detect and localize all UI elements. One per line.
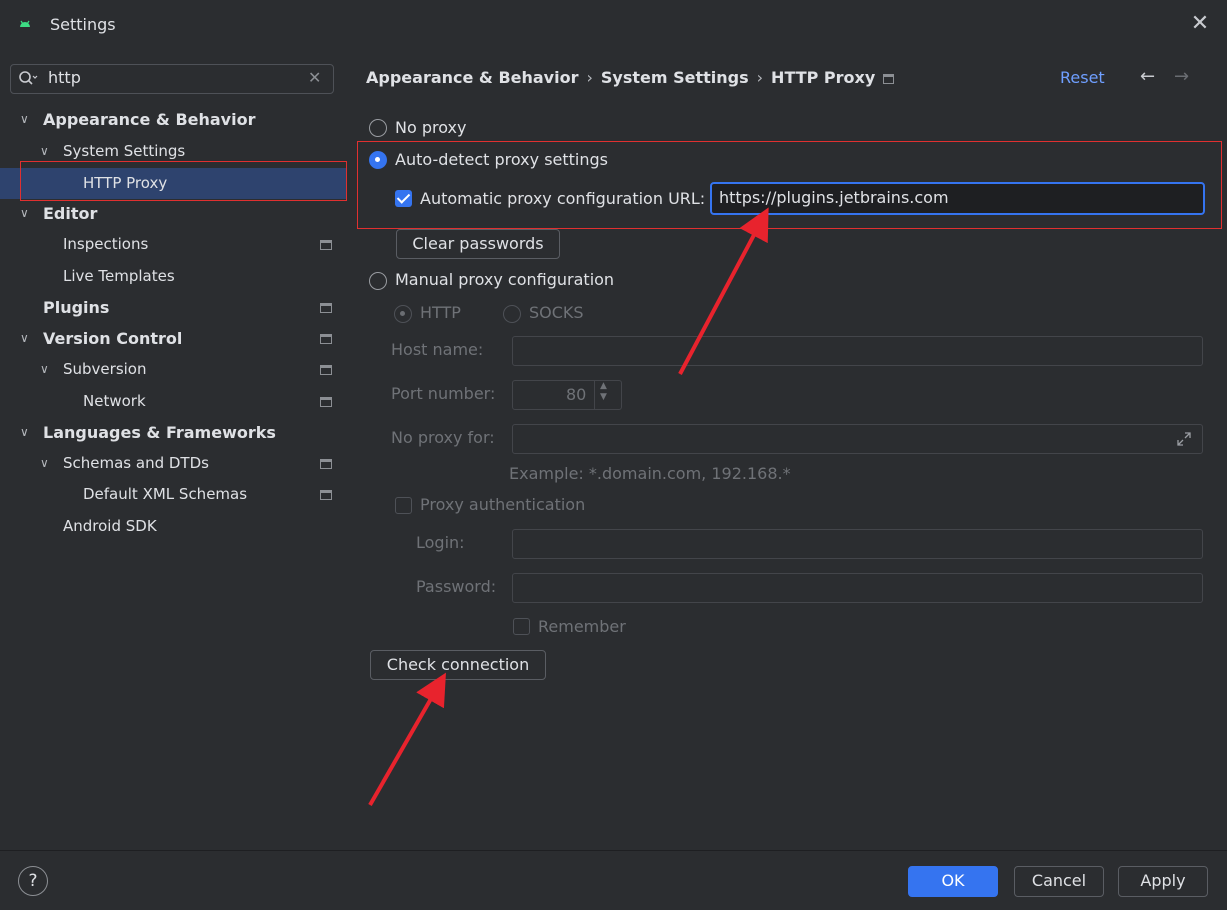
help-button[interactable]: ? — [18, 866, 48, 896]
auto-detect-radio[interactable] — [369, 151, 387, 169]
chevron-down-icon[interactable]: ∨ — [20, 198, 29, 229]
proxy-auth-checkbox[interactable] — [395, 497, 412, 514]
password-label: Password: — [416, 577, 497, 596]
socks-radio[interactable] — [503, 305, 521, 323]
android-studio-icon — [20, 20, 30, 27]
breadcrumb: Appearance & Behavior › System Settings › HT… — [366, 68, 875, 87]
project-scope-icon — [320, 240, 332, 250]
http-label: HTTP — [420, 303, 461, 322]
example-hint: Example: *.domain.com, 192.168.* — [509, 464, 791, 483]
clear-passwords-button[interactable]: Clear passwords — [396, 229, 560, 259]
sidebar-item-languages-frameworks[interactable]: ∨ Languages & Frameworks — [0, 417, 347, 448]
sidebar-item-inspections[interactable]: Inspections — [0, 229, 347, 260]
sidebar-item-label: Network — [83, 392, 146, 410]
proxy-auth-label: Proxy authentication — [420, 495, 586, 514]
auto-detect-label: Auto-detect proxy settings — [395, 150, 608, 169]
sidebar-item-appearance-behavior[interactable]: ∨ Appearance & Behavior — [0, 104, 347, 135]
reset-link[interactable]: Reset — [1060, 68, 1105, 87]
project-scope-icon — [883, 74, 894, 84]
chevron-right-icon: › — [756, 68, 764, 87]
password-input[interactable] — [512, 573, 1203, 603]
sidebar-item-label: Default XML Schemas — [83, 485, 248, 503]
remember-label: Remember — [538, 617, 626, 636]
chevron-down-icon[interactable]: ∨ — [20, 104, 29, 135]
chevron-down-icon[interactable]: ∨ — [40, 136, 49, 167]
project-scope-icon — [320, 334, 332, 344]
sidebar-item-label: Version Control — [43, 329, 183, 348]
host-name-label: Host name: — [391, 340, 484, 359]
sidebar-item-live-templates[interactable]: Live Templates — [0, 261, 347, 292]
cancel-button[interactable]: Cancel — [1014, 866, 1104, 897]
login-input[interactable] — [512, 529, 1203, 559]
manual-proxy-radio[interactable] — [369, 272, 387, 290]
breadcrumb-item[interactable]: Appearance & Behavior — [366, 68, 578, 87]
sidebar-item-plugins[interactable]: Plugins — [0, 292, 347, 323]
sidebar-item-editor[interactable]: ∨ Editor — [0, 198, 347, 229]
port-number-label: Port number: — [391, 384, 496, 403]
no-proxy-for-label: No proxy for: — [391, 428, 495, 447]
no-proxy-label: No proxy — [395, 118, 467, 137]
sidebar-item-android-sdk[interactable]: Android SDK — [0, 511, 347, 542]
sidebar-item-label: Editor — [43, 204, 98, 223]
close-icon[interactable]: ✕ — [1188, 13, 1212, 37]
socks-label: SOCKS — [529, 303, 584, 322]
stepper-divider — [594, 381, 595, 409]
auto-url-checkbox[interactable] — [395, 190, 412, 207]
sidebar-item-label: HTTP Proxy — [83, 174, 168, 192]
no-proxy-for-input[interactable] — [512, 424, 1203, 454]
sidebar-item-label: Subversion — [63, 360, 147, 378]
sidebar-item-system-settings[interactable]: ∨ System Settings — [0, 136, 347, 167]
sidebar-item-label: Live Templates — [63, 267, 175, 285]
sidebar-item-network[interactable]: Network — [0, 386, 347, 417]
arrow-right-icon: → — [1174, 66, 1190, 87]
stepper-arrows-icon[interactable]: ▲ ▼ — [600, 381, 607, 403]
port-number-value: 80 — [566, 385, 587, 404]
annotation-arrow-check — [368, 672, 446, 806]
project-scope-icon — [320, 459, 332, 469]
expand-icon[interactable] — [1176, 431, 1192, 447]
search-value: http — [48, 68, 81, 87]
chevron-down-icon[interactable]: ∨ — [20, 417, 29, 448]
no-proxy-radio[interactable] — [369, 119, 387, 137]
host-name-input[interactable] — [512, 336, 1203, 366]
title-bar — [0, 0, 1227, 50]
project-scope-icon — [320, 303, 332, 313]
search-icon[interactable] — [18, 70, 38, 88]
sidebar-item-version-control[interactable]: ∨ Version Control — [0, 323, 347, 354]
sidebar-item-label: Languages & Frameworks — [43, 423, 276, 442]
sidebar-item-subversion[interactable]: ∨ Subversion — [0, 354, 347, 385]
window-title: Settings — [50, 15, 116, 34]
clear-search-icon[interactable]: ✕ — [308, 68, 321, 87]
auto-proxy-url-value: https://plugins.jetbrains.com — [719, 188, 949, 207]
manual-proxy-label: Manual proxy configuration — [395, 270, 615, 289]
chevron-right-icon: › — [586, 68, 593, 87]
chevron-down-icon[interactable]: ∨ — [40, 448, 49, 479]
arrow-left-icon[interactable]: ← — [1140, 66, 1155, 87]
sidebar-item-schemas-dtds[interactable]: ∨ Schemas and DTDs — [0, 448, 347, 479]
sidebar-item-label: Android SDK — [63, 517, 157, 535]
auto-url-label: Automatic proxy configuration URL: — [420, 189, 706, 208]
chevron-down-icon[interactable]: ∨ — [40, 354, 49, 385]
project-scope-icon — [320, 490, 332, 500]
breadcrumb-item[interactable]: System Settings — [601, 68, 749, 87]
sidebar-item-default-xml-schemas[interactable]: Default XML Schemas — [0, 479, 347, 510]
check-connection-button[interactable]: Check connection — [370, 650, 546, 680]
apply-button[interactable]: Apply — [1118, 866, 1208, 897]
sidebar-item-label: Plugins — [43, 298, 110, 317]
breadcrumb-item: HTTP Proxy — [771, 68, 876, 87]
sidebar-item-label: Schemas and DTDs — [63, 454, 209, 472]
sidebar-item-label: Appearance & Behavior — [43, 110, 256, 129]
login-label: Login: — [416, 533, 465, 552]
ok-button[interactable]: OK — [908, 866, 998, 897]
sidebar-item-http-proxy[interactable]: HTTP Proxy — [0, 168, 347, 199]
chevron-down-icon[interactable]: ∨ — [20, 323, 29, 354]
project-scope-icon — [320, 365, 332, 375]
project-scope-icon — [320, 397, 332, 407]
http-radio[interactable] — [394, 305, 412, 323]
sidebar-item-label: Inspections — [63, 235, 149, 253]
remember-checkbox[interactable] — [513, 618, 530, 635]
sidebar-item-label: System Settings — [63, 142, 186, 160]
